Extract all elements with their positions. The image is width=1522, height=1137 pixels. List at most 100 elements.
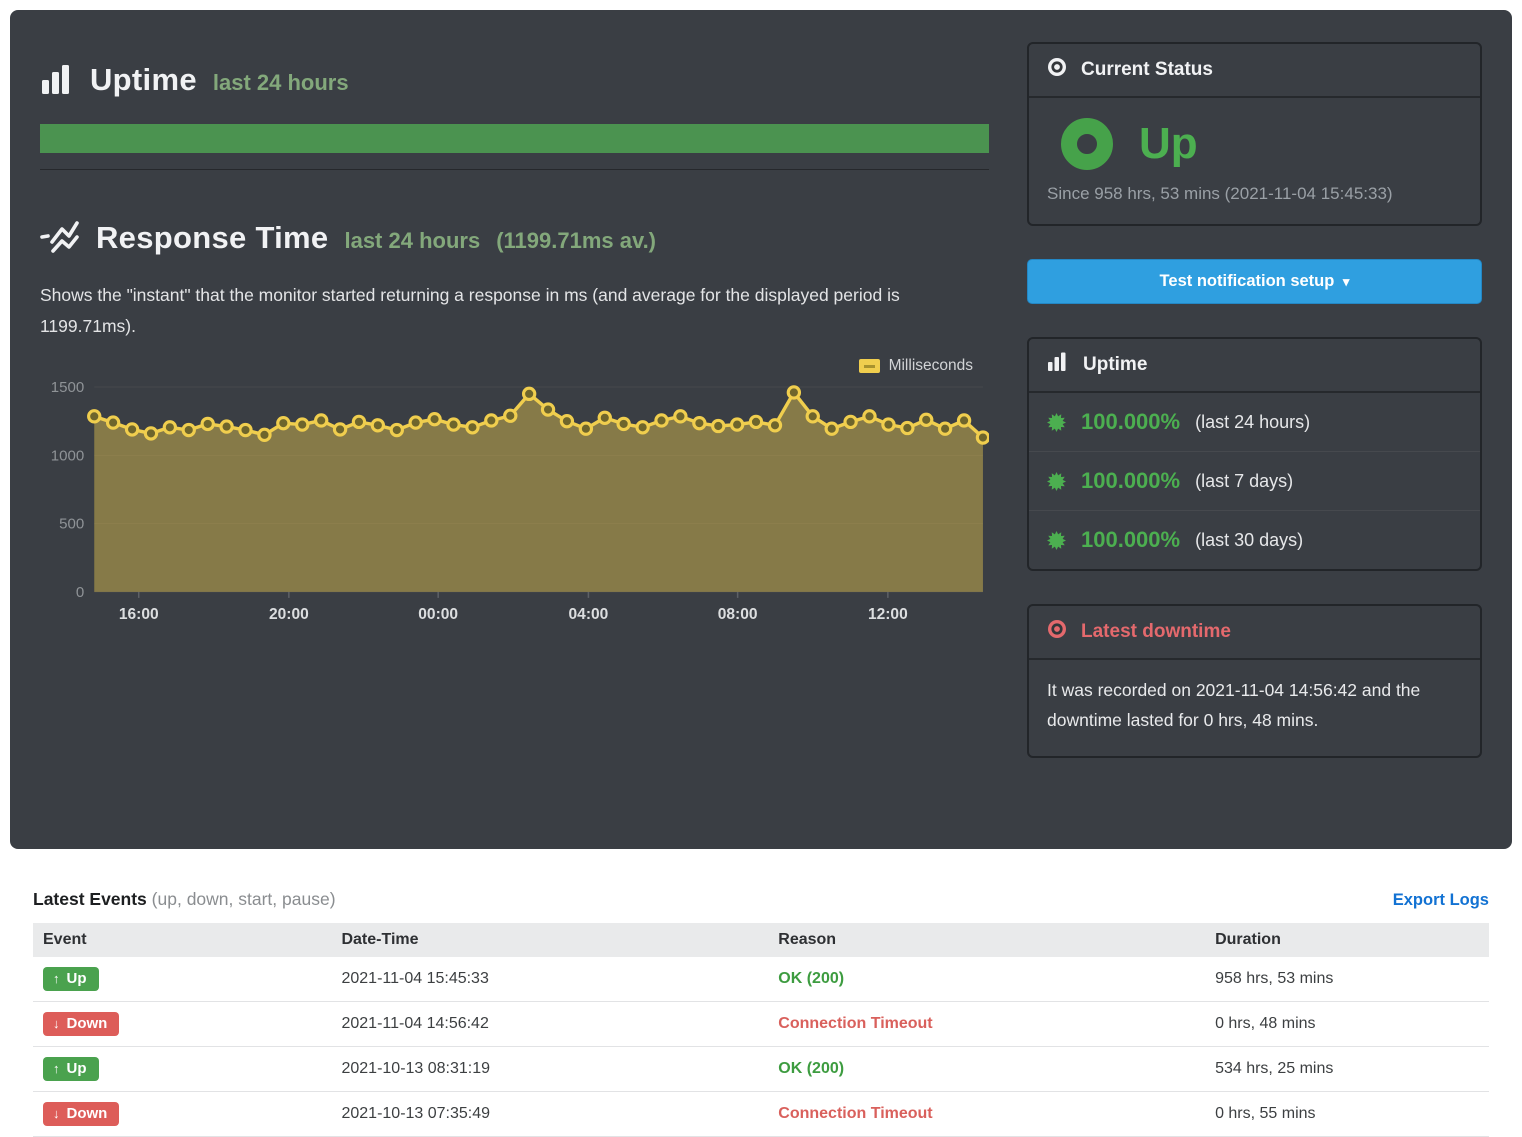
event-row: ↑ Up 2021-10-13 08:31:19 OK (200) 534 hr… xyxy=(33,1046,1489,1091)
uptime-period: (last 24 hours) xyxy=(1195,412,1310,433)
svg-text:20:00: 20:00 xyxy=(269,606,309,623)
latest-downtime-text: It was recorded on 2021-11-04 14:56:42 a… xyxy=(1029,660,1480,756)
test-notification-label: Test notification setup xyxy=(1160,272,1335,290)
uptime-card: Uptime 100.000% (last 24 hours) 100.000%… xyxy=(1027,337,1482,571)
arrow-icon: ↑ xyxy=(53,971,60,986)
status-column: Current Status Up Since 958 hrs, 53 mins… xyxy=(1027,40,1482,791)
uptime-section-title: Uptime last 24 hours xyxy=(40,62,989,98)
latest-downtime-title: Latest downtime xyxy=(1081,621,1231,643)
uptime-subtitle: last 24 hours xyxy=(213,70,349,96)
up-status-icon xyxy=(1061,118,1113,170)
event-cell: ↓ Down xyxy=(33,1001,331,1046)
event-status-badge: ↑ Up xyxy=(43,967,99,991)
event-reason: OK (200) xyxy=(768,957,1205,1002)
arrow-icon: ↓ xyxy=(53,1106,60,1121)
event-duration: 958 hrs, 53 mins xyxy=(1205,957,1489,1002)
uptime-card-title: Uptime xyxy=(1083,354,1147,376)
event-duration: 0 hrs, 55 mins xyxy=(1205,1091,1489,1136)
event-reason: OK (200) xyxy=(768,1046,1205,1091)
status-state: Up xyxy=(1139,119,1198,169)
event-duration: 0 hrs, 48 mins xyxy=(1205,1001,1489,1046)
uptime-card-header: Uptime xyxy=(1029,339,1480,393)
column-reason: Reason xyxy=(768,923,1205,957)
latest-downtime-header: Latest downtime xyxy=(1029,606,1480,660)
response-time-chart: Milliseconds 0 500 1000 1500 16:00 20:00 00:00… xyxy=(40,357,989,630)
event-row: ↓ Down 2021-10-13 07:35:49 Connection Ti… xyxy=(33,1091,1489,1136)
uptime-percentage: 100.000% xyxy=(1081,409,1180,435)
svg-text:00:00: 00:00 xyxy=(418,606,458,623)
column-datetime: Date-Time xyxy=(331,923,768,957)
uptime-percentage: 100.000% xyxy=(1081,468,1180,494)
response-section-title: Response Time last 24 hours (1199.71ms a… xyxy=(40,220,989,256)
response-subtitle: last 24 hours xyxy=(344,228,480,254)
event-datetime: 2021-10-13 08:31:19 xyxy=(331,1046,768,1091)
charts-column: Uptime last 24 hours Response Time last … xyxy=(40,40,989,791)
response-average: (1199.71ms av.) xyxy=(496,228,656,254)
event-status-badge: ↓ Down xyxy=(43,1012,119,1036)
event-datetime: 2021-11-04 14:56:42 xyxy=(331,1001,768,1046)
event-duration: 534 hrs, 25 mins xyxy=(1205,1046,1489,1091)
monitor-panel: Uptime last 24 hours Response Time last … xyxy=(10,10,1512,849)
current-status-body: Up Since 958 hrs, 53 mins (2021-11-04 15… xyxy=(1029,98,1480,224)
uptime-row: 100.000% (last 24 hours) xyxy=(1029,393,1480,451)
event-status-badge: ↓ Down xyxy=(43,1102,119,1126)
event-cell: ↑ Up xyxy=(33,1046,331,1091)
latest-events-label: Latest Events xyxy=(33,889,147,909)
response-time-plot: 05001000150016:0020:0000:0004:0008:0012:… xyxy=(40,379,989,630)
current-status-title: Current Status xyxy=(1081,59,1213,81)
status-since: Since 958 hrs, 53 mins (2021-11-04 15:45… xyxy=(1047,184,1462,204)
svg-text:1000: 1000 xyxy=(51,448,84,465)
svg-text:0: 0 xyxy=(76,584,84,601)
latest-events-section: Latest Events (up, down, start, pause) E… xyxy=(0,859,1522,1137)
latest-events-title: Latest Events (up, down, start, pause) xyxy=(33,889,336,910)
export-logs-link[interactable]: Export Logs xyxy=(1393,891,1489,910)
event-status-badge: ↑ Up xyxy=(43,1057,99,1081)
svg-text:16:00: 16:00 xyxy=(119,606,159,623)
event-badge-label: Down xyxy=(67,1105,108,1122)
event-badge-label: Up xyxy=(67,970,87,987)
uptime-row: 100.000% (last 7 days) xyxy=(1029,451,1480,510)
svg-text:12:00: 12:00 xyxy=(868,606,908,623)
uptime-period: (last 7 days) xyxy=(1195,471,1293,492)
event-cell: ↑ Up xyxy=(33,957,331,1002)
event-datetime: 2021-11-04 15:45:33 xyxy=(331,957,768,1002)
response-description: Shows the "instant" that the monitor sta… xyxy=(40,280,989,341)
event-reason: Connection Timeout xyxy=(768,1091,1205,1136)
event-row: ↓ Down 2021-11-04 14:56:42 Connection Ti… xyxy=(33,1001,1489,1046)
line-chart-icon xyxy=(40,220,80,256)
events-table: Event Date-Time Reason Duration ↑ Up 202… xyxy=(33,923,1489,1137)
event-badge-label: Down xyxy=(67,1015,108,1032)
bar-chart-icon xyxy=(40,64,74,96)
dot-circle-icon xyxy=(1047,619,1067,645)
uptime-row: 100.000% (last 30 days) xyxy=(1029,510,1480,569)
uptime-rows: 100.000% (last 24 hours) 100.000% (last … xyxy=(1029,393,1480,569)
svg-text:500: 500 xyxy=(59,516,84,533)
chart-legend: Milliseconds xyxy=(40,357,989,375)
uptime-percentage: 100.000% xyxy=(1081,527,1180,553)
event-reason: Connection Timeout xyxy=(768,1001,1205,1046)
svg-text:1500: 1500 xyxy=(51,379,84,396)
uptime-bar xyxy=(40,124,989,153)
event-row: ↑ Up 2021-11-04 15:45:33 OK (200) 958 hr… xyxy=(33,957,1489,1002)
arrow-icon: ↑ xyxy=(53,1061,60,1076)
caret-down-icon: ▾ xyxy=(1343,274,1350,289)
bar-chart-icon xyxy=(1047,352,1069,378)
latest-events-subtitle: (up, down, start, pause) xyxy=(152,889,336,909)
svg-text:08:00: 08:00 xyxy=(718,606,758,623)
burst-badge-icon xyxy=(1047,472,1066,491)
response-title: Response Time xyxy=(96,220,328,256)
legend-label: Milliseconds xyxy=(889,357,973,375)
test-notification-button[interactable]: Test notification setup ▾ xyxy=(1027,259,1482,304)
dot-circle-icon xyxy=(1047,57,1067,83)
uptime-period: (last 30 days) xyxy=(1195,530,1303,551)
event-badge-label: Up xyxy=(67,1060,87,1077)
uptime-title: Uptime xyxy=(90,62,197,98)
column-duration: Duration xyxy=(1205,923,1489,957)
events-table-header: Event Date-Time Reason Duration xyxy=(33,923,1489,957)
event-datetime: 2021-10-13 07:35:49 xyxy=(331,1091,768,1136)
burst-badge-icon xyxy=(1047,531,1066,550)
milliseconds-swatch-icon xyxy=(859,359,880,373)
current-status-header: Current Status xyxy=(1029,44,1480,98)
arrow-icon: ↓ xyxy=(53,1016,60,1031)
divider xyxy=(40,169,989,170)
